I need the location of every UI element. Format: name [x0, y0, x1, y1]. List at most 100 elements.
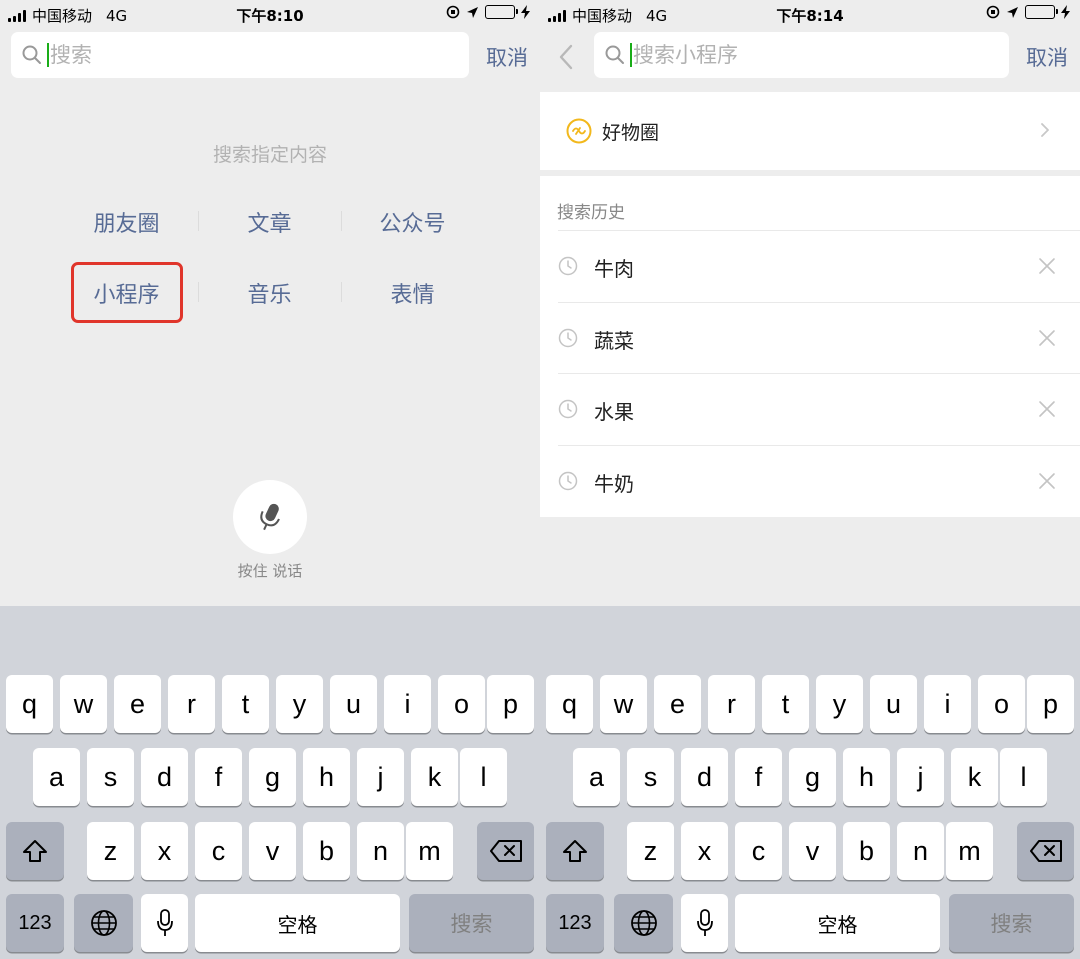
orientation-lock-icon: [986, 5, 1000, 19]
close-icon[interactable]: [1038, 329, 1056, 347]
shift-key[interactable]: [546, 822, 604, 880]
key-v[interactable]: v: [249, 822, 296, 880]
back-chevron-icon[interactable]: [558, 44, 574, 70]
key-h[interactable]: h: [843, 748, 890, 806]
backspace-key[interactable]: [477, 822, 534, 880]
category-music[interactable]: 音乐: [198, 277, 341, 309]
key-x[interactable]: x: [141, 822, 188, 880]
key-p[interactable]: p: [1027, 675, 1074, 733]
clock-icon: [558, 256, 578, 276]
key-u[interactable]: u: [330, 675, 377, 733]
shift-key[interactable]: [6, 822, 64, 880]
key-z[interactable]: z: [87, 822, 134, 880]
history-item[interactable]: 蔬菜: [558, 302, 1080, 373]
key-d[interactable]: d: [681, 748, 728, 806]
category-articles[interactable]: 文章: [198, 206, 341, 238]
key-j[interactable]: j: [357, 748, 404, 806]
key-d[interactable]: d: [141, 748, 188, 806]
category-moments[interactable]: 朋友圈: [55, 206, 198, 238]
backspace-key[interactable]: [1017, 822, 1074, 880]
key-o[interactable]: o: [438, 675, 485, 733]
key-t[interactable]: t: [222, 675, 269, 733]
featured-item[interactable]: 好物圈: [540, 92, 1080, 170]
featured-item-label: 好物圈: [602, 121, 660, 144]
key-u[interactable]: u: [870, 675, 917, 733]
cancel-button[interactable]: 取消: [486, 42, 528, 72]
space-key[interactable]: 空格: [195, 894, 400, 952]
key-f[interactable]: f: [195, 748, 242, 806]
globe-key[interactable]: [74, 894, 133, 952]
key-i[interactable]: i: [924, 675, 971, 733]
key-h[interactable]: h: [303, 748, 350, 806]
key-b[interactable]: b: [303, 822, 350, 880]
key-i[interactable]: i: [384, 675, 431, 733]
history-title: 搜索历史: [557, 203, 625, 223]
key-g[interactable]: g: [789, 748, 836, 806]
key-n[interactable]: n: [897, 822, 944, 880]
key-c[interactable]: c: [735, 822, 782, 880]
cancel-button[interactable]: 取消: [1026, 42, 1068, 72]
key-q[interactable]: q: [6, 675, 53, 733]
key-l[interactable]: l: [460, 748, 507, 806]
search-box[interactable]: [594, 32, 1009, 78]
key-j[interactable]: j: [897, 748, 944, 806]
key-y[interactable]: y: [276, 675, 323, 733]
close-icon[interactable]: [1038, 400, 1056, 418]
close-icon[interactable]: [1038, 257, 1056, 275]
status-bar: 中国移动 4G 下午8:14: [540, 0, 1080, 28]
key-g[interactable]: g: [249, 748, 296, 806]
category-official-accounts[interactable]: 公众号: [341, 206, 484, 238]
key-s[interactable]: s: [627, 748, 674, 806]
key-e[interactable]: e: [654, 675, 701, 733]
key-c[interactable]: c: [195, 822, 242, 880]
search-input[interactable]: [49, 32, 469, 78]
key-f[interactable]: f: [735, 748, 782, 806]
key-q[interactable]: q: [546, 675, 593, 733]
key-z[interactable]: z: [627, 822, 674, 880]
key-v[interactable]: v: [789, 822, 836, 880]
status-bar: 中国移动 4G 下午8:10: [0, 0, 540, 28]
space-key[interactable]: 空格: [735, 894, 940, 952]
dictation-key[interactable]: [681, 894, 728, 952]
category-stickers[interactable]: 表情: [341, 277, 484, 309]
key-m[interactable]: m: [406, 822, 453, 880]
key-n[interactable]: n: [357, 822, 404, 880]
key-k[interactable]: k: [951, 748, 998, 806]
history-item[interactable]: 牛肉: [558, 230, 1080, 301]
search-key[interactable]: 搜索: [409, 894, 534, 952]
key-o[interactable]: o: [978, 675, 1025, 733]
backspace-icon: [489, 840, 522, 862]
voice-search-button[interactable]: [233, 480, 307, 554]
key-x[interactable]: x: [681, 822, 728, 880]
history-item[interactable]: 牛奶: [558, 445, 1080, 516]
key-s[interactable]: s: [87, 748, 134, 806]
key-k[interactable]: k: [411, 748, 458, 806]
key-w[interactable]: w: [60, 675, 107, 733]
key-p[interactable]: p: [487, 675, 534, 733]
dictation-key[interactable]: [141, 894, 188, 952]
numbers-key[interactable]: 123: [546, 894, 604, 952]
search-input[interactable]: [632, 32, 1009, 78]
key-e[interactable]: e: [114, 675, 161, 733]
history-item-label: 水果: [594, 400, 634, 424]
search-key[interactable]: 搜索: [949, 894, 1074, 952]
key-b[interactable]: b: [843, 822, 890, 880]
location-icon: [467, 6, 478, 18]
key-y[interactable]: y: [816, 675, 863, 733]
key-w[interactable]: w: [600, 675, 647, 733]
highlight-box: [71, 262, 183, 323]
keyboard: q w e r t y u i o p a s d f g h j k l z …: [540, 606, 1080, 959]
history-item[interactable]: 水果: [558, 373, 1080, 444]
key-t[interactable]: t: [762, 675, 809, 733]
key-a[interactable]: a: [33, 748, 80, 806]
microphone-icon: [260, 503, 280, 531]
close-icon[interactable]: [1038, 472, 1056, 490]
globe-key[interactable]: [614, 894, 673, 952]
key-r[interactable]: r: [708, 675, 755, 733]
key-a[interactable]: a: [573, 748, 620, 806]
key-m[interactable]: m: [946, 822, 993, 880]
numbers-key[interactable]: 123: [6, 894, 64, 952]
key-l[interactable]: l: [1000, 748, 1047, 806]
search-box[interactable]: [11, 32, 469, 78]
key-r[interactable]: r: [168, 675, 215, 733]
